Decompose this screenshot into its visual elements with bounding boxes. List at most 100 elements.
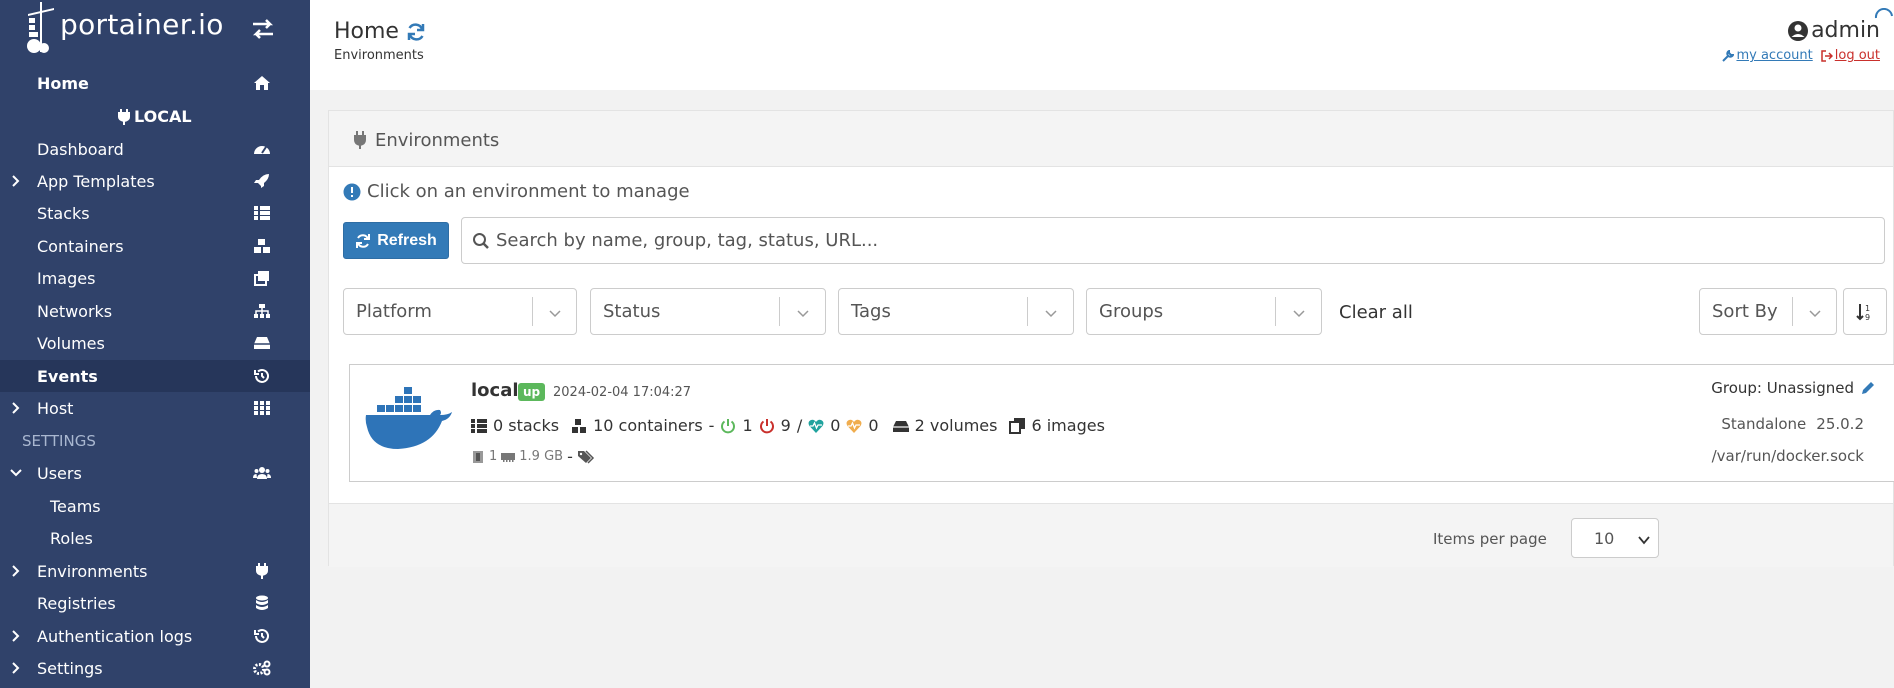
environment-resources: 1 1.9 GB - (471, 447, 595, 466)
docker-whale-icon (365, 387, 452, 449)
sign-out-icon (1821, 49, 1833, 62)
cubes-icon (254, 239, 270, 253)
sidebar-item-label: Dashboard (37, 139, 124, 159)
sort-by-label: Sort By (1712, 301, 1778, 322)
chevron-down-icon (549, 310, 561, 318)
sidebar-item-label: Volumes (37, 333, 105, 353)
chevron-right-icon (12, 402, 20, 414)
tags-filter[interactable]: Tags (838, 288, 1074, 335)
breadcrumb: Environments (334, 48, 424, 63)
wrench-icon (1722, 49, 1735, 62)
svg-text:9: 9 (1865, 313, 1870, 322)
sidebar-item-roles[interactable]: Roles (0, 522, 310, 554)
chevron-down-icon (1293, 310, 1305, 318)
sort-order-button[interactable]: 19 (1843, 288, 1887, 335)
sidebar-item-containers[interactable]: Containers (0, 230, 310, 262)
sort-by-select[interactable]: Sort By (1699, 288, 1837, 335)
stats-slash: / (796, 416, 803, 435)
platform-filter[interactable]: Platform (343, 288, 577, 335)
environment-timestamp: 2024-02-04 17:04:27 (553, 385, 692, 400)
sidebar-item-stacks[interactable]: Stacks (0, 197, 310, 229)
status-filter-label: Status (603, 301, 661, 322)
docker-version: 25.0.2 (1816, 415, 1864, 433)
sidebar-item-label: Images (37, 268, 96, 288)
plug-icon (256, 563, 268, 579)
status-filter[interactable]: Status (590, 288, 826, 335)
search-input[interactable] (462, 218, 1884, 263)
running-count: 1 (742, 416, 753, 435)
sidebar: portainer.io Home LOCAL Dashboard App Te… (0, 0, 310, 688)
sidebar-item-app-templates[interactable]: App Templates (0, 165, 310, 197)
items-per-page-value: 10 (1594, 529, 1615, 548)
environment-platform: Standalone 25.0.2 (1721, 415, 1864, 433)
chevron-down-icon (1045, 310, 1057, 318)
sidebar-item-events[interactable]: Events (0, 360, 310, 392)
sidebar-toggle-icon[interactable] (250, 16, 276, 42)
healthy-count: 0 (830, 416, 841, 435)
chevron-right-icon (12, 630, 20, 642)
refresh-icon[interactable] (406, 22, 426, 42)
environment-stats: 0 stacks 10 containers - 1 9 / 0 0 2 vol… (471, 416, 1105, 435)
sidebar-item-label: Teams (50, 496, 101, 516)
groups-filter[interactable]: Groups (1086, 288, 1322, 335)
search-icon (473, 233, 489, 249)
hdd-icon (892, 420, 909, 432)
manage-hint: Click on an environment to manage (343, 181, 690, 202)
clone-icon (254, 271, 269, 286)
log-out-link[interactable]: log out (1821, 48, 1880, 63)
sidebar-item-registries[interactable]: Registries (0, 587, 310, 619)
sidebar-item-settings[interactable]: Settings (0, 652, 310, 684)
hdd-icon (254, 337, 270, 349)
user-links: my account log out (1722, 48, 1880, 63)
sidebar-item-label: Events (37, 366, 98, 386)
my-account-link[interactable]: my account (1722, 48, 1813, 63)
sidebar-item-label: Networks (37, 301, 113, 321)
environments-panel: Environments Click on an environment to … (328, 110, 1894, 567)
environment-card[interactable]: local up 2024-02-04 17:04:27 0 stacks 10… (349, 364, 1894, 482)
sidebar-item-label: Host (37, 398, 74, 418)
cpu-count: 1 (489, 449, 498, 464)
filter-separator (532, 297, 533, 326)
containers-count: 10 containers (593, 416, 703, 435)
environment-name: local (471, 380, 519, 401)
sidebar-item-label: Roles (50, 528, 93, 548)
groups-filter-label: Groups (1099, 301, 1164, 322)
chevron-down-icon (1809, 310, 1821, 318)
sidebar-item-label: Settings (37, 658, 103, 678)
sidebar-item-users[interactable]: Users (0, 457, 310, 489)
power-off-icon (759, 418, 774, 433)
th-list-icon (471, 418, 487, 433)
refresh-icon (356, 233, 371, 248)
cogs-icon (253, 660, 271, 676)
chevron-down-icon (797, 310, 809, 318)
chevron-down-icon (1638, 536, 1650, 545)
clear-all-button[interactable]: Clear all (1339, 302, 1413, 323)
sidebar-item-images[interactable]: Images (0, 262, 310, 294)
user-info: admin (1787, 18, 1880, 43)
sidebar-item-label: Stacks (37, 203, 90, 223)
settings-section-header: SETTINGS (0, 425, 310, 457)
sort-amount-down-icon: 19 (1856, 303, 1870, 322)
sidebar-item-networks[interactable]: Networks (0, 295, 310, 327)
cpu-icon (473, 450, 483, 463)
sidebar-item-volumes[interactable]: Volumes (0, 327, 310, 359)
items-per-page-select[interactable]: 10 (1571, 518, 1659, 558)
cubes-icon (572, 418, 587, 433)
sidebar-item-host[interactable]: Host (0, 392, 310, 424)
environment-url: /var/run/docker.sock (1711, 447, 1864, 465)
user-circle-icon (1788, 20, 1809, 41)
sidebar-item-environments[interactable]: Environments (0, 555, 310, 587)
history-icon (254, 628, 269, 643)
refresh-button[interactable]: Refresh (343, 222, 449, 259)
pencil-icon[interactable] (1860, 380, 1876, 396)
sitemap-icon (254, 304, 270, 318)
sidebar-item-dashboard[interactable]: Dashboard (0, 133, 310, 165)
page-header: Home Environments admin my account log o… (310, 0, 1894, 90)
memory-size: 1.9 GB (519, 449, 564, 464)
stacks-count: 0 stacks (493, 416, 560, 435)
sidebar-item-authentication-logs[interactable]: Authentication logs (0, 620, 310, 652)
sidebar-item-teams[interactable]: Teams (0, 490, 310, 522)
brand-name[interactable]: portainer.io (60, 8, 224, 41)
portainer-logo-icon[interactable] (26, 2, 62, 54)
sidebar-item-home[interactable]: Home (0, 67, 310, 99)
